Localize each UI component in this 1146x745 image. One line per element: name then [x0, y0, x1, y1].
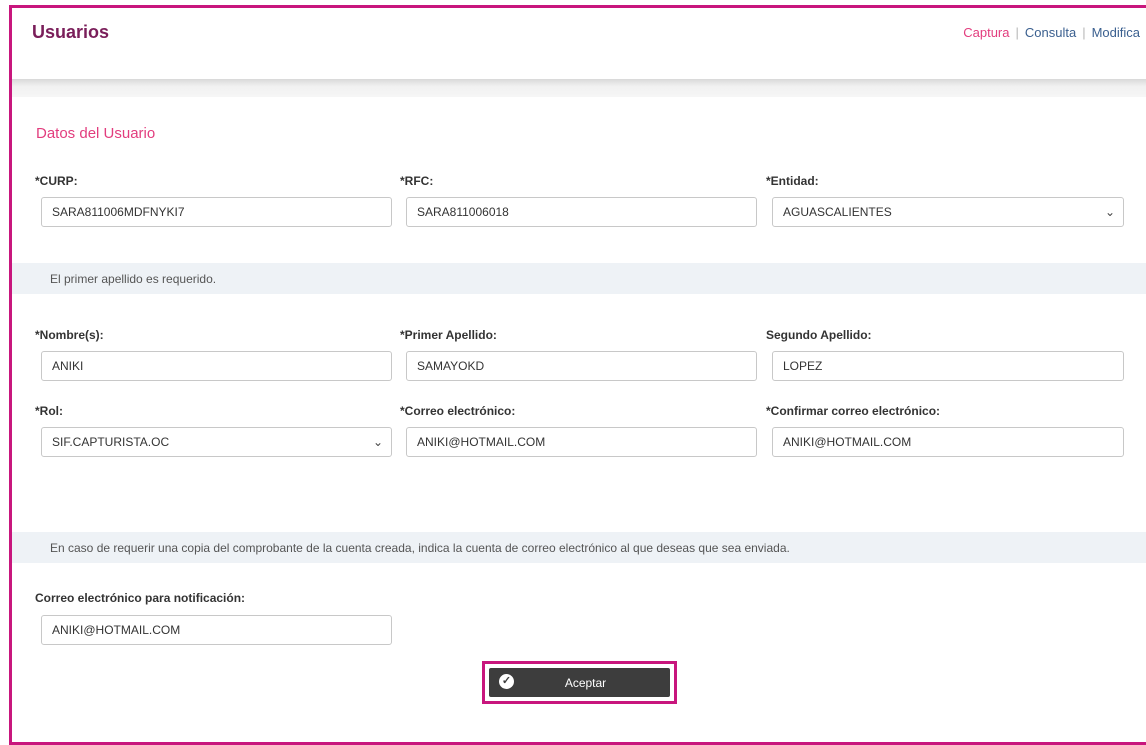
correo-input[interactable] — [406, 427, 757, 457]
correo-label: *Correo electrónico: — [400, 404, 516, 418]
accept-button[interactable]: ✓ Aceptar — [489, 668, 670, 697]
curp-input[interactable] — [41, 197, 392, 227]
entidad-label: *Entidad: — [766, 174, 819, 188]
nav-captura[interactable]: Captura — [963, 25, 1009, 40]
page-frame: Usuarios Captura | Consulta | Modifica Datos… — [9, 5, 1146, 745]
primer-apellido-input[interactable] — [406, 351, 757, 381]
page-header: Usuarios Captura | Consulta | Modifica — [12, 8, 1146, 79]
correo-notificacion-input[interactable] — [41, 615, 392, 645]
curp-label: *CURP: — [35, 174, 78, 188]
rfc-label: *RFC: — [400, 174, 434, 188]
rol-label: *Rol: — [35, 404, 63, 418]
nav-separator: | — [1015, 25, 1019, 40]
segundo-apellido-input[interactable] — [772, 351, 1124, 381]
confirmar-correo-label: *Confirmar correo electrónico: — [766, 404, 941, 418]
nav-modifica[interactable]: Modifica — [1092, 25, 1140, 40]
rfc-input[interactable] — [406, 197, 757, 227]
nav-separator: | — [1082, 25, 1086, 40]
confirmar-correo-input[interactable] — [772, 427, 1124, 457]
nombre-input[interactable] — [41, 351, 392, 381]
nombre-label: *Nombre(s): — [35, 328, 104, 342]
correo-notificacion-label: Correo electrónico para notificación: — [35, 591, 246, 605]
primer-apellido-label: *Primer Apellido: — [400, 328, 497, 342]
entidad-value: AGUASCALIENTES — [783, 205, 892, 219]
nav-consulta[interactable]: Consulta — [1025, 25, 1076, 40]
top-nav: Captura | Consulta | Modifica — [963, 25, 1140, 40]
page-title: Usuarios — [32, 22, 110, 42]
error-message-bar: El primer apellido es requerido. — [12, 263, 1146, 294]
rol-value: SIF.CAPTURISTA.OC — [52, 435, 170, 449]
header-divider — [12, 79, 1146, 97]
accept-button-highlight: ✓ Aceptar — [482, 661, 677, 704]
rol-select[interactable]: SIF.CAPTURISTA.OC ⌄ — [41, 427, 392, 457]
segundo-apellido-label: Segundo Apellido: — [766, 328, 872, 342]
chevron-down-icon: ⌄ — [372, 435, 383, 449]
info-message: En caso de requerir una copia del compro… — [50, 541, 790, 555]
accept-button-label: Aceptar — [564, 676, 607, 690]
section-title: Datos del Usuario — [36, 125, 156, 142]
error-message: El primer apellido es requerido. — [50, 272, 217, 286]
info-message-bar: En caso de requerir una copia del compro… — [12, 532, 1146, 563]
entidad-select[interactable]: AGUASCALIENTES ⌄ — [772, 197, 1124, 227]
chevron-down-icon: ⌄ — [1104, 205, 1115, 219]
